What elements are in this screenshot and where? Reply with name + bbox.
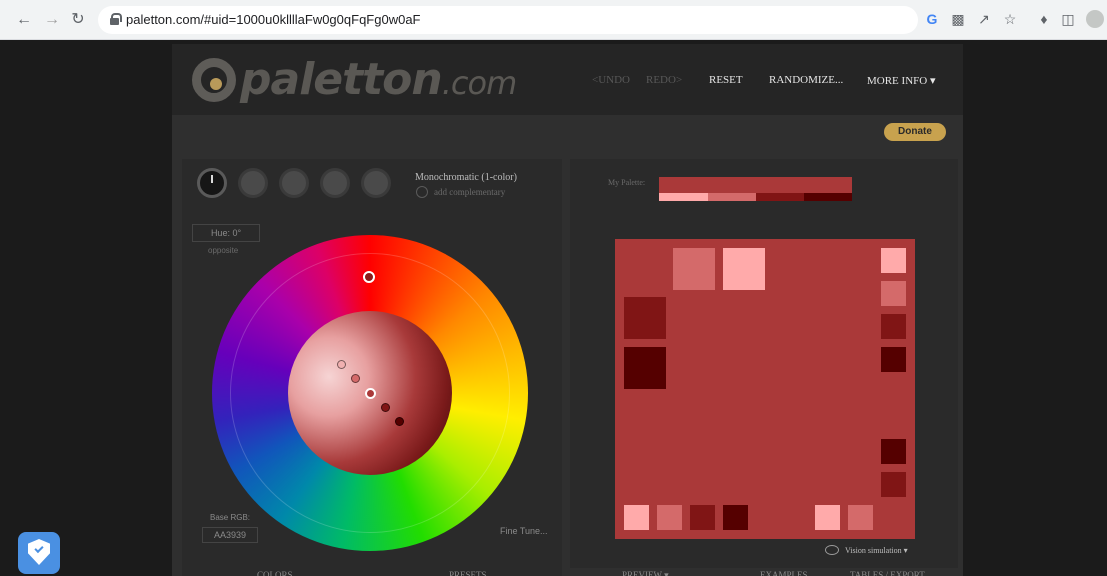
preview-swatch bbox=[624, 297, 666, 339]
undo-button[interactable]: <UNDO bbox=[592, 74, 630, 86]
browser-toolbar: ← → ↻ paletton.com/#uid=1000u0kllllaFw0g… bbox=[0, 0, 1107, 40]
preview-swatch bbox=[657, 505, 682, 530]
scheme-tetrad-icon[interactable] bbox=[320, 168, 350, 198]
google-icon[interactable]: G bbox=[924, 11, 940, 27]
vision-simulation-menu[interactable]: Vision simulation ▾ bbox=[845, 546, 908, 555]
vision-eye-icon[interactable] bbox=[825, 545, 839, 555]
more-info-menu[interactable]: MORE INFO ▾ bbox=[867, 74, 935, 87]
preview-swatch bbox=[881, 248, 906, 273]
tab-presets[interactable]: PRESETS bbox=[449, 570, 487, 576]
my-palette-label: My Palette: bbox=[608, 178, 646, 187]
donate-button[interactable]: Donate bbox=[884, 123, 946, 141]
address-bar[interactable]: paletton.com/#uid=1000u0kllllaFw0g0qFqFg… bbox=[98, 6, 918, 34]
forward-icon[interactable]: → bbox=[42, 10, 62, 30]
base-rgb-label: Base RGB: bbox=[210, 513, 251, 522]
logo-dot-icon bbox=[210, 78, 222, 90]
preview-swatch bbox=[848, 505, 873, 530]
scheme-free-icon[interactable] bbox=[361, 168, 391, 198]
logo-text: paletton bbox=[240, 54, 443, 105]
preview-swatch bbox=[673, 248, 715, 290]
logo-suffix: .com bbox=[441, 64, 518, 102]
lock-icon bbox=[110, 13, 122, 25]
tab-preview[interactable]: PREVIEW ▾ bbox=[622, 570, 669, 576]
site-logo[interactable]: paletton.com bbox=[240, 54, 518, 105]
palette-swatch-dark2[interactable] bbox=[804, 193, 852, 201]
shade-dot-light2[interactable] bbox=[351, 374, 360, 383]
preview-swatch bbox=[881, 472, 906, 497]
preview-swatch bbox=[881, 314, 906, 339]
preview-swatch bbox=[624, 347, 666, 389]
preview-swatch bbox=[690, 505, 715, 530]
preview-swatch bbox=[723, 248, 765, 290]
back-icon[interactable]: ← bbox=[14, 10, 34, 30]
share-icon[interactable]: ↗ bbox=[976, 11, 992, 27]
shade-dot-light1[interactable] bbox=[337, 360, 346, 369]
preview-swatch bbox=[723, 505, 748, 530]
palette-preview[interactable] bbox=[615, 239, 915, 539]
extensions-icon[interactable]: ♦ bbox=[1036, 11, 1052, 27]
security-extension-button[interactable] bbox=[18, 532, 60, 574]
fine-tune-button[interactable]: Fine Tune... bbox=[500, 526, 548, 536]
preview-swatch bbox=[815, 505, 840, 530]
tab-tables-export[interactable]: TABLES / EXPORT bbox=[850, 570, 925, 576]
preview-swatch bbox=[624, 505, 649, 530]
scheme-mono-icon[interactable] bbox=[197, 168, 227, 198]
preview-swatch bbox=[881, 347, 906, 372]
add-complementary-toggle-icon[interactable] bbox=[416, 186, 428, 198]
translate-icon[interactable]: ▩ bbox=[950, 11, 966, 27]
side-panel-icon[interactable]: ◫ bbox=[1060, 11, 1076, 27]
shade-dot-base[interactable] bbox=[365, 388, 376, 399]
palette-swatch-dark1[interactable] bbox=[756, 193, 804, 201]
palette-swatch-light2[interactable] bbox=[708, 193, 756, 201]
reload-icon[interactable]: ↻ bbox=[68, 10, 88, 30]
hue-field[interactable]: Hue: 0° bbox=[192, 224, 260, 242]
add-complementary-label[interactable]: add complementary bbox=[434, 187, 505, 197]
url-text: paletton.com/#uid=1000u0kllllaFw0g0qFqFg… bbox=[126, 12, 421, 27]
shade-dot-dark2[interactable] bbox=[395, 417, 404, 426]
opposite-link[interactable]: opposite bbox=[208, 246, 238, 255]
redo-button[interactable]: REDO> bbox=[646, 74, 682, 86]
scheme-name: Monochromatic (1-color) bbox=[415, 172, 517, 183]
hue-handle[interactable] bbox=[363, 271, 375, 283]
palette-swatch-light1[interactable] bbox=[659, 193, 708, 201]
scheme-adjacent-icon[interactable] bbox=[238, 168, 268, 198]
tab-examples[interactable]: EXAMPLES bbox=[760, 570, 808, 576]
site-header: paletton.com <UNDO REDO> RESET RANDOMIZE… bbox=[172, 44, 963, 115]
preview-swatch bbox=[881, 439, 906, 464]
base-rgb-field[interactable]: AA3939 bbox=[202, 527, 258, 543]
shade-dot-dark1[interactable] bbox=[381, 403, 390, 412]
tab-colors[interactable]: COLORS bbox=[257, 570, 293, 576]
preview-swatch bbox=[881, 281, 906, 306]
profile-avatar[interactable] bbox=[1086, 10, 1104, 28]
scheme-triad-icon[interactable] bbox=[279, 168, 309, 198]
randomize-button[interactable]: RANDOMIZE... bbox=[769, 74, 843, 86]
reset-button[interactable]: RESET bbox=[709, 74, 743, 86]
bookmark-star-icon[interactable]: ☆ bbox=[1002, 11, 1018, 27]
